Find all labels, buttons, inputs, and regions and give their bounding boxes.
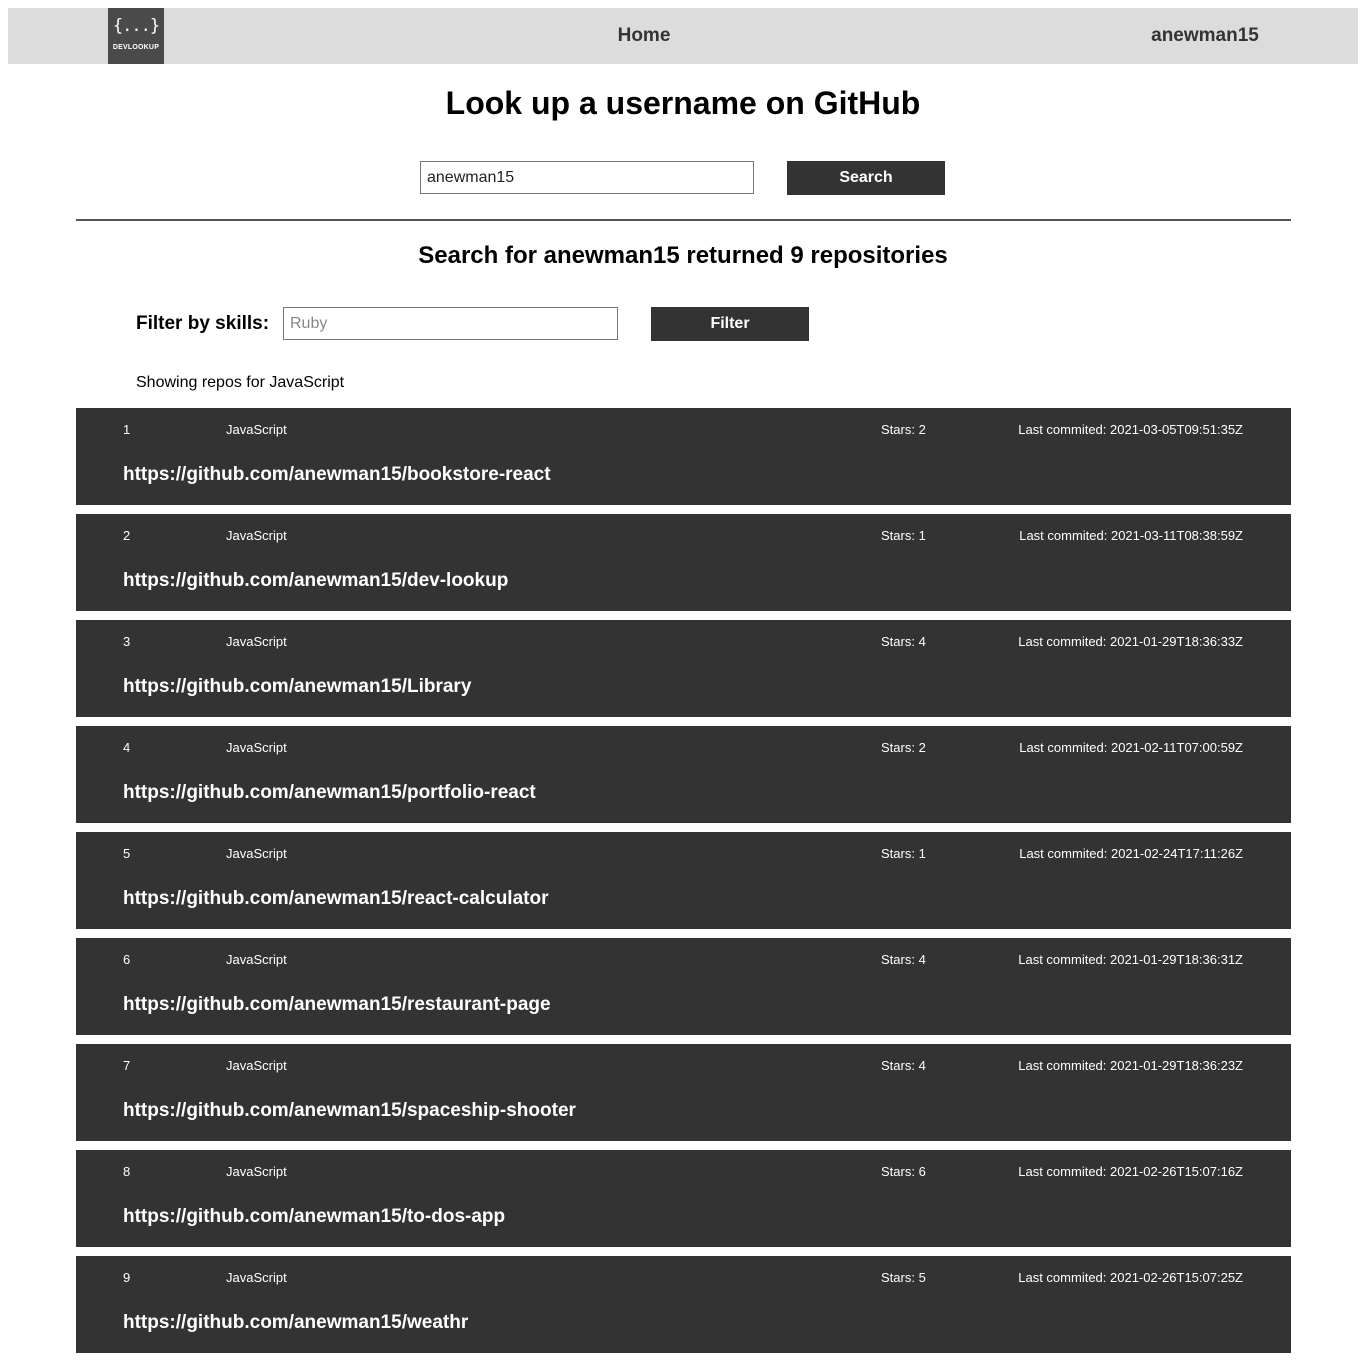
repo-url-link[interactable]: https://github.com/anewman15/Library xyxy=(123,676,471,698)
repo-stars: Stars: 5 xyxy=(881,1270,926,1285)
repo-number: 8 xyxy=(123,1164,131,1179)
repo-last-commit: Last commited: 2021-01-29T18:36:31Z xyxy=(1018,952,1243,967)
repo-list: 1 JavaScript Stars: 2 Last commited: 202… xyxy=(76,408,1291,1362)
repo-language: JavaScript xyxy=(226,846,287,861)
repo-card: 7 JavaScript Stars: 4 Last commited: 202… xyxy=(76,1044,1291,1141)
repo-url-link[interactable]: https://github.com/anewman15/portfolio-r… xyxy=(123,782,536,804)
nav-username[interactable]: anewman15 xyxy=(1138,25,1272,47)
username-search-input[interactable] xyxy=(420,161,754,194)
search-button[interactable]: Search xyxy=(787,161,945,195)
repo-last-commit: Last commited: 2021-02-26T15:07:16Z xyxy=(1018,1164,1243,1179)
repo-last-commit: Last commited: 2021-03-05T09:51:35Z xyxy=(1018,422,1243,437)
repo-stars: Stars: 4 xyxy=(881,952,926,967)
repo-number: 7 xyxy=(123,1058,131,1073)
filter-button[interactable]: Filter xyxy=(651,307,809,341)
repo-language: JavaScript xyxy=(226,1164,287,1179)
repo-number: 1 xyxy=(123,422,131,437)
repo-stars: Stars: 1 xyxy=(881,846,926,861)
nav-home-link[interactable]: Home xyxy=(608,25,680,47)
repo-last-commit: Last commited: 2021-01-29T18:36:23Z xyxy=(1018,1058,1243,1073)
repo-language: JavaScript xyxy=(226,1270,287,1285)
repo-number: 5 xyxy=(123,846,131,861)
repo-card: 9 JavaScript Stars: 5 Last commited: 202… xyxy=(76,1256,1291,1353)
repo-url-link[interactable]: https://github.com/anewman15/restaurant-… xyxy=(123,994,551,1016)
repo-stars: Stars: 6 xyxy=(881,1164,926,1179)
repo-card: 5 JavaScript Stars: 1 Last commited: 202… xyxy=(76,832,1291,929)
repo-number: 4 xyxy=(123,740,131,755)
repo-stars: Stars: 2 xyxy=(881,740,926,755)
logo-text: DEVLOOKUP xyxy=(112,44,160,51)
repo-language: JavaScript xyxy=(226,422,287,437)
repo-number: 3 xyxy=(123,634,131,649)
repo-url-link[interactable]: https://github.com/anewman15/react-calcu… xyxy=(123,888,548,910)
repo-last-commit: Last commited: 2021-03-11T08:38:59Z xyxy=(1019,528,1243,543)
skills-filter-input[interactable] xyxy=(283,307,618,340)
repo-number: 6 xyxy=(123,952,131,967)
repo-language: JavaScript xyxy=(226,528,287,543)
repo-url-link[interactable]: https://github.com/anewman15/dev-lookup xyxy=(123,570,508,592)
repo-card: 6 JavaScript Stars: 4 Last commited: 202… xyxy=(76,938,1291,1035)
repo-url-link[interactable]: https://github.com/anewman15/bookstore-r… xyxy=(123,464,551,486)
repo-card: 3 JavaScript Stars: 4 Last commited: 202… xyxy=(76,620,1291,717)
repo-last-commit: Last commited: 2021-02-26T15:07:25Z xyxy=(1018,1270,1243,1285)
repo-stars: Stars: 4 xyxy=(881,1058,926,1073)
repo-url-link[interactable]: https://github.com/anewman15/to-dos-app xyxy=(123,1206,505,1228)
repo-card: 8 JavaScript Stars: 6 Last commited: 202… xyxy=(76,1150,1291,1247)
braces-icon: {...} xyxy=(112,16,160,36)
repo-card: 2 JavaScript Stars: 1 Last commited: 202… xyxy=(76,514,1291,611)
filter-label: Filter by skills: xyxy=(136,313,270,334)
page-title: Look up a username on GitHub xyxy=(445,85,921,121)
repo-last-commit: Last commited: 2021-01-29T18:36:33Z xyxy=(1018,634,1243,649)
devlookup-logo[interactable]: {...} DEVLOOKUP xyxy=(108,8,164,64)
navbar: {...} DEVLOOKUP Home anewman15 xyxy=(8,8,1358,64)
repo-card: 4 JavaScript Stars: 2 Last commited: 202… xyxy=(76,726,1291,823)
repo-language: JavaScript xyxy=(226,634,287,649)
repo-stars: Stars: 4 xyxy=(881,634,926,649)
repo-language: JavaScript xyxy=(226,1058,287,1073)
repo-number: 2 xyxy=(123,528,131,543)
repo-number: 9 xyxy=(123,1270,131,1285)
repo-stars: Stars: 1 xyxy=(881,528,926,543)
repo-last-commit: Last commited: 2021-02-24T17:11:26Z xyxy=(1019,846,1243,861)
repo-language: JavaScript xyxy=(226,740,287,755)
repo-url-link[interactable]: https://github.com/anewman15/weathr xyxy=(123,1312,468,1334)
repo-language: JavaScript xyxy=(226,952,287,967)
repo-stars: Stars: 2 xyxy=(881,422,926,437)
repo-url-link[interactable]: https://github.com/anewman15/spaceship-s… xyxy=(123,1100,576,1122)
showing-text: Showing repos for JavaScript xyxy=(136,374,345,391)
results-heading: Search for anewman15 returned 9 reposito… xyxy=(418,242,948,269)
repo-last-commit: Last commited: 2021-02-11T07:00:59Z xyxy=(1019,740,1243,755)
divider xyxy=(76,219,1291,221)
repo-card: 1 JavaScript Stars: 2 Last commited: 202… xyxy=(76,408,1291,505)
